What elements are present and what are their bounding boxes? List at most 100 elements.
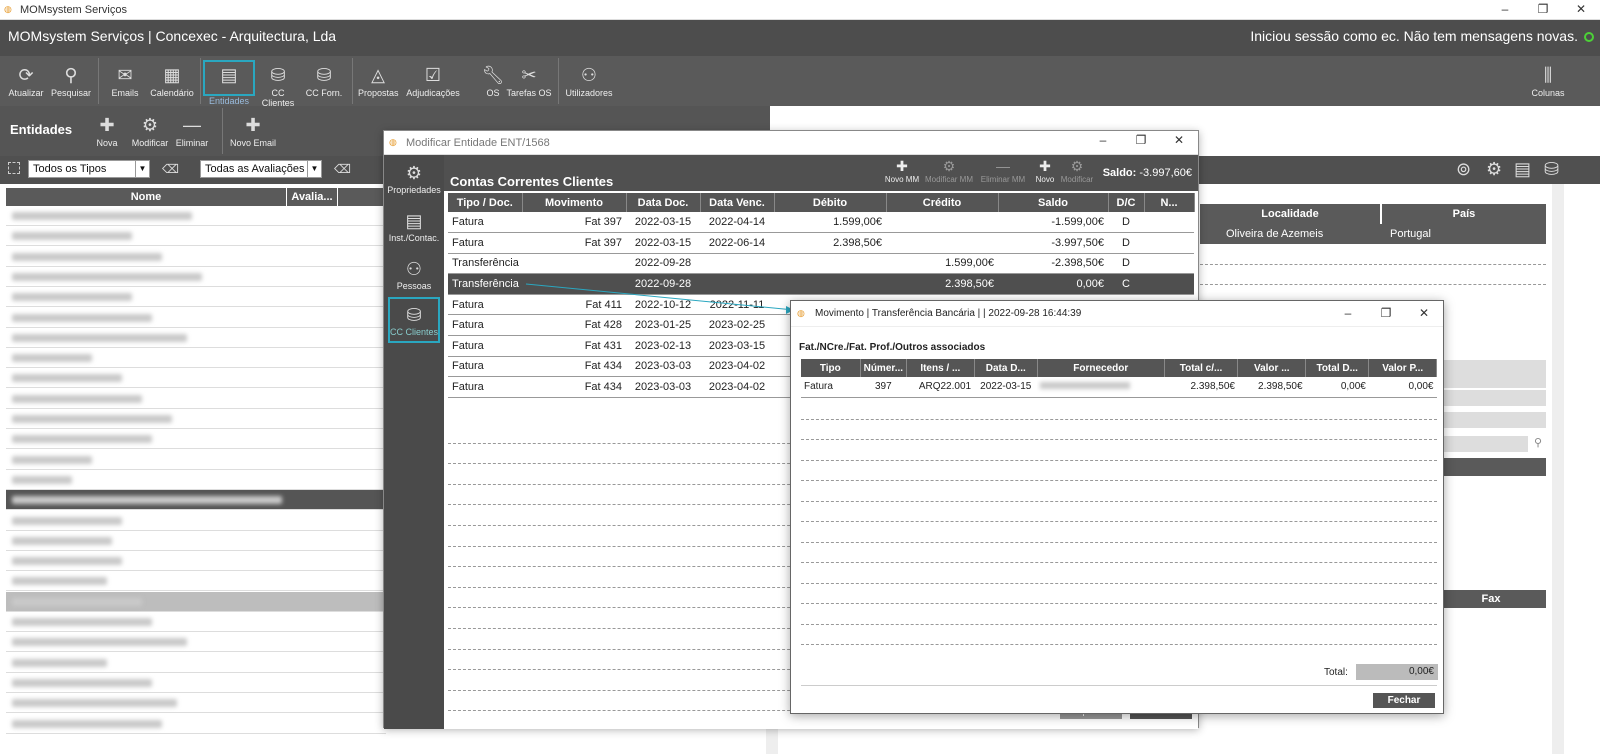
list-item[interactable] <box>6 531 386 551</box>
column-header[interactable]: Movimento <box>522 193 627 212</box>
colunas-button[interactable]: ⫼ Colunas <box>1528 56 1568 106</box>
modificar-button[interactable]: ⚙ Modificar <box>130 106 170 156</box>
column-header-localidade[interactable]: Localidade <box>1200 204 1380 224</box>
eraser-icon[interactable]: ⌫ <box>162 162 179 176</box>
table-row[interactable]: Transferência B 2022-09-28 1.599,00€ -2.398… <box>448 253 1194 275</box>
tarefas-os-button[interactable]: ✂ Tarefas OS <box>506 56 552 106</box>
list-item[interactable] <box>6 206 386 226</box>
novo-email-button[interactable]: ✚ Novo Email <box>228 106 278 156</box>
list-item[interactable] <box>6 226 386 247</box>
field-box[interactable] <box>1436 412 1546 428</box>
nova-button[interactable]: ✚ Nova <box>92 106 122 156</box>
novo-button[interactable]: ✚ Novo <box>1032 157 1058 184</box>
close-button[interactable]: ✕ <box>1160 131 1198 151</box>
list-item[interactable] <box>6 673 386 693</box>
column-header[interactable]: Total D... <box>1305 359 1370 377</box>
list-item[interactable] <box>6 267 386 287</box>
cc-clientes-button[interactable]: ⛁ CC Clientes <box>256 56 300 108</box>
sidebar-item-propriedades[interactable]: ⚙ Propriedades <box>384 161 444 195</box>
modificar-button[interactable]: ⚙ Modificar <box>1058 157 1096 184</box>
novo-mm-button[interactable]: ✚ Novo MM <box>882 157 922 184</box>
column-header-fax[interactable]: Fax <box>1436 590 1546 608</box>
utilizadores-button[interactable]: ⚇ Utilizadores <box>564 56 614 106</box>
column-header[interactable]: Data Venc. <box>700 193 775 212</box>
column-header[interactable]: Data D... <box>974 359 1038 377</box>
propostas-button[interactable]: ◬ Propostas <box>358 56 399 106</box>
table-row[interactable]: Fatura Fat 397 2022-03-15 2022-04-14 1.599,0… <box>448 212 1194 234</box>
pesquisar-button[interactable]: ⚲ Pesquisar <box>48 56 94 106</box>
close-button[interactable]: ✕ <box>1405 301 1443 321</box>
eraser-icon[interactable]: ⌫ <box>334 162 351 176</box>
maximize-button[interactable]: ❐ <box>1367 301 1405 321</box>
list-item[interactable] <box>6 308 386 328</box>
column-header[interactable]: Saldo <box>998 193 1109 212</box>
list-item[interactable] <box>6 287 386 308</box>
minimize-button[interactable]: – <box>1486 0 1524 20</box>
column-header[interactable]: Tipo <box>801 359 861 377</box>
minimize-button[interactable]: – <box>1329 301 1367 321</box>
list-item[interactable] <box>6 328 386 348</box>
column-header[interactable]: Valor ... <box>1237 359 1307 377</box>
column-header[interactable]: Fornecedor <box>1037 359 1165 377</box>
eliminar-mm-button[interactable]: — Eliminar MM <box>978 157 1028 184</box>
list-item[interactable] <box>6 714 386 734</box>
select-all-icon[interactable] <box>8 162 20 174</box>
list-item[interactable] <box>6 551 386 572</box>
list-item[interactable] <box>6 409 386 429</box>
maximize-button[interactable]: ❐ <box>1122 131 1160 151</box>
column-header[interactable]: Total c/... <box>1164 359 1239 377</box>
column-header[interactable]: Crédito <box>886 193 999 212</box>
fechar-button[interactable]: Fechar <box>1373 693 1435 708</box>
coins-home-icon[interactable]: ⛁ <box>1544 159 1559 180</box>
emails-button[interactable]: ✉ Emails <box>104 56 146 106</box>
column-header[interactable]: Débito <box>774 193 887 212</box>
list-item[interactable] <box>6 389 386 409</box>
modificar-mm-button[interactable]: ⚙ Modificar MM <box>924 157 974 184</box>
column-header-avaliacao[interactable]: Avalia... <box>287 188 337 206</box>
list-item[interactable] <box>6 490 386 511</box>
field-box[interactable] <box>1436 390 1546 406</box>
column-header-blank[interactable] <box>338 188 386 206</box>
entidades-button[interactable]: ▤ Entidades <box>203 56 255 106</box>
tipo-filter-select[interactable]: Todos os Tipos ▼ <box>28 160 150 178</box>
sidebar-item-pessoas[interactable]: ⚇ Pessoas <box>384 257 444 291</box>
minimize-button[interactable]: – <box>1084 131 1122 151</box>
list-item[interactable] <box>6 571 386 592</box>
avaliacao-filter-select[interactable]: Todas as Avaliações ▼ <box>200 160 322 178</box>
table-row[interactable]: Fatura 397 ARQ22.001 2022-03-15 2.398,50€ 2.3… <box>801 377 1437 398</box>
column-header[interactable]: Tipo / Doc. <box>448 193 523 212</box>
calendario-button[interactable]: ▦ Calendário <box>146 56 198 106</box>
list-item[interactable] <box>6 247 386 267</box>
list-item[interactable] <box>6 693 386 714</box>
list-item[interactable] <box>6 632 386 653</box>
eliminar-button[interactable]: — Eliminar <box>174 106 210 156</box>
column-header[interactable]: N... <box>1144 193 1195 212</box>
view-icon[interactable]: ⊚ <box>1456 159 1471 180</box>
column-header[interactable]: Data Doc. <box>626 193 701 212</box>
cc-forn-button[interactable]: ⛁ CC Forn. <box>304 56 344 106</box>
list-item[interactable] <box>6 368 386 389</box>
list-item[interactable] <box>6 612 386 632</box>
list-item[interactable] <box>6 450 386 470</box>
table-row[interactable]: Oliveira de Azemeis Portugal <box>1200 224 1546 244</box>
sidebar-item-inst-contac[interactable]: ▤ Inst./Contac. <box>384 209 444 243</box>
column-header-nome[interactable]: Nome <box>6 188 286 206</box>
table-row[interactable]: Fatura Fat 397 2022-03-15 2022-06-14 2.398,5… <box>448 232 1194 254</box>
column-header[interactable]: Valor P... <box>1368 359 1437 377</box>
gear-icon[interactable]: ⚙ <box>1486 159 1502 180</box>
list-item[interactable] <box>6 591 386 612</box>
column-header[interactable]: D/C <box>1108 193 1145 212</box>
column-header[interactable]: Númer... <box>860 359 908 377</box>
list-item[interactable] <box>6 653 386 673</box>
address-field[interactable] <box>1436 436 1528 452</box>
close-button[interactable]: ✕ <box>1562 0 1600 20</box>
list-item[interactable] <box>6 470 386 490</box>
building-icon[interactable]: ▤ <box>1514 159 1531 180</box>
maximize-button[interactable]: ❐ <box>1524 0 1562 20</box>
column-header-pais[interactable]: País <box>1382 204 1546 224</box>
adjudicacoes-button[interactable]: ☑ Adjudicações <box>404 56 462 106</box>
sidebar-item-cc-clientes[interactable]: ⛁ CC Clientes <box>388 297 440 343</box>
field-box[interactable] <box>1436 360 1546 388</box>
list-item[interactable] <box>6 511 386 531</box>
panel-scrollbar[interactable] <box>1552 184 1564 754</box>
